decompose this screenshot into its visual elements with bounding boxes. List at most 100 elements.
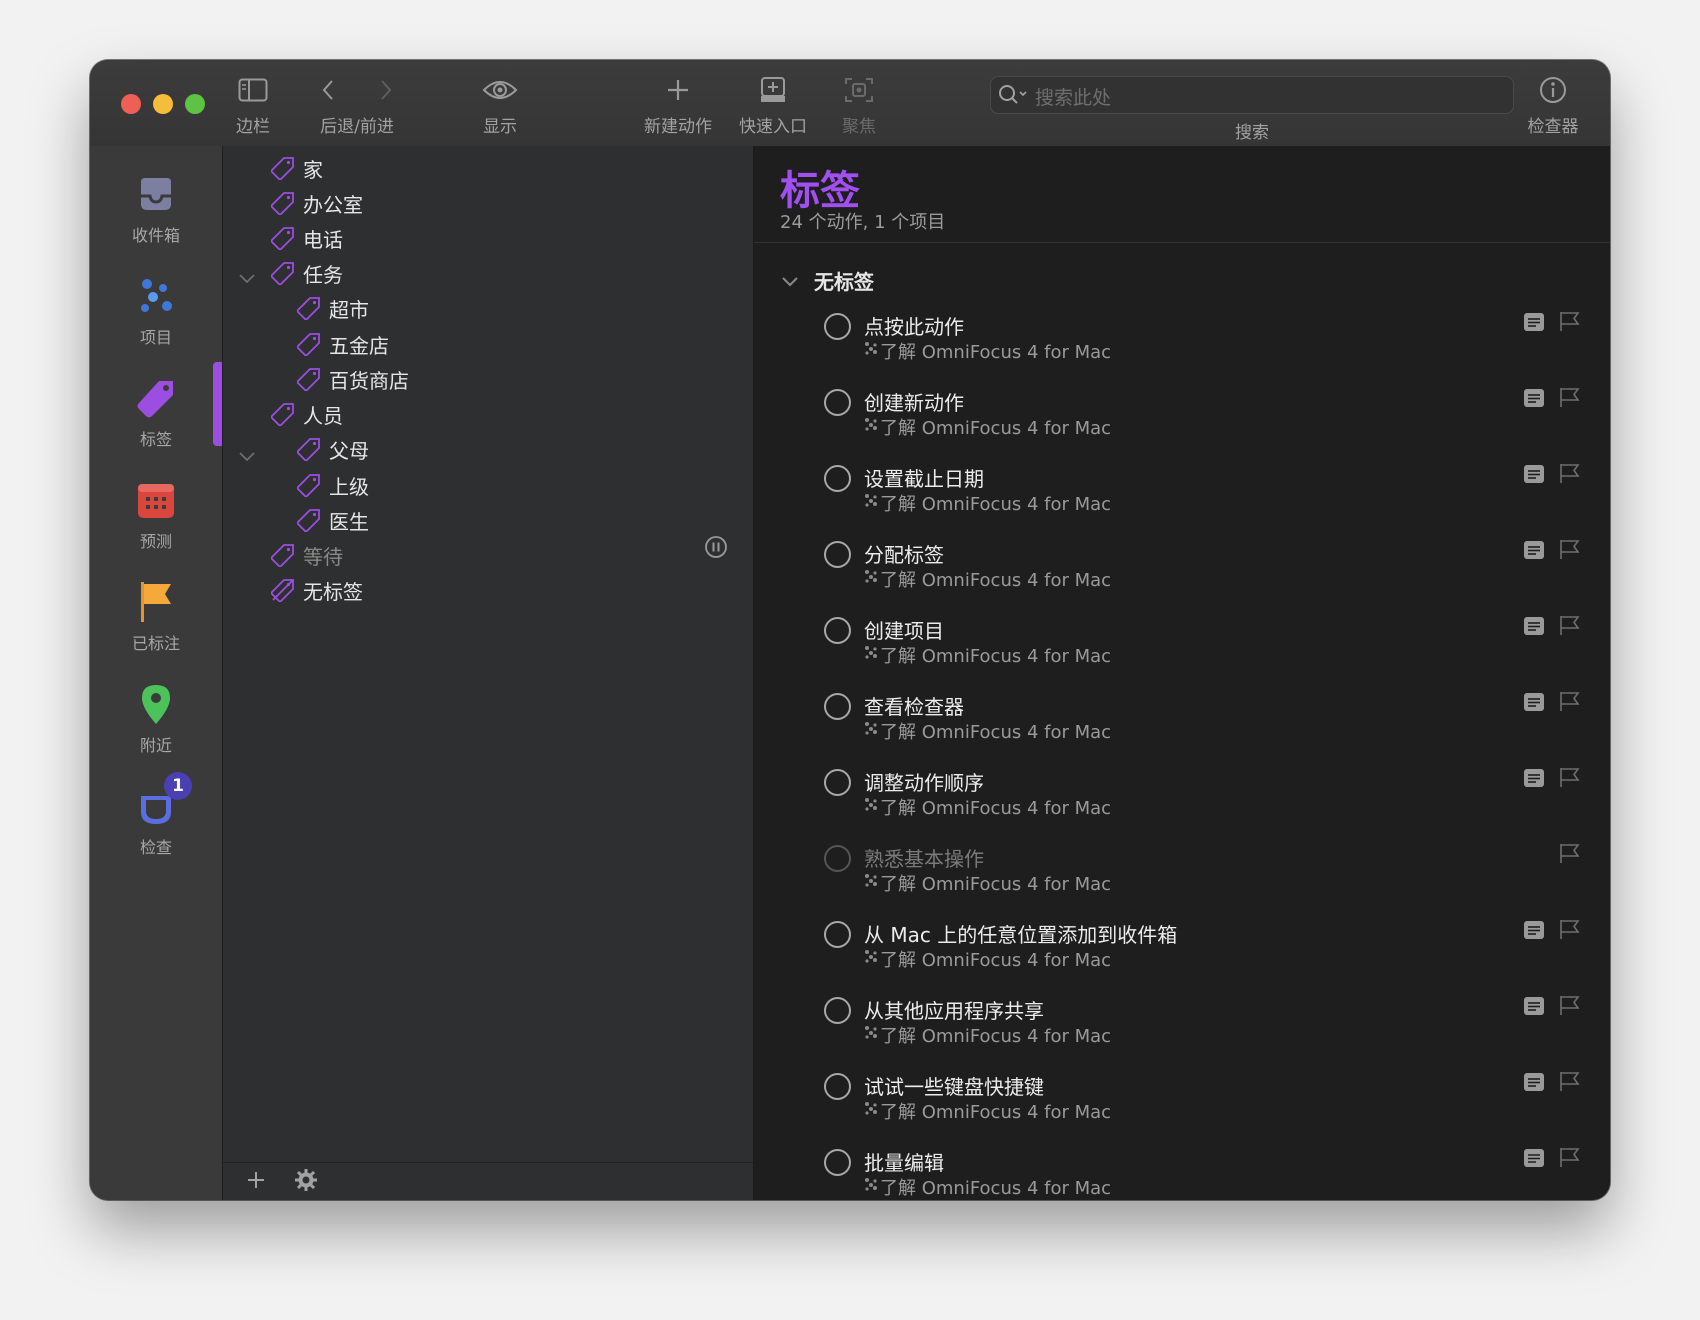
action-row[interactable]: 分配标签 了解 OmniFocus 4 for Mac	[754, 536, 1610, 612]
action-row[interactable]: 熟悉基本操作 了解 OmniFocus 4 for Mac	[754, 840, 1610, 916]
flag-outline-icon[interactable]	[1558, 766, 1580, 788]
sidebar-item-projects[interactable]: 项目	[90, 268, 222, 348]
group-header[interactable]: 无标签	[780, 266, 874, 295]
action-row[interactable]: 试试一些键盘快捷键 了解 OmniFocus 4 for Mac	[754, 1068, 1610, 1144]
completion-checkbox[interactable]	[824, 997, 851, 1024]
note-icon[interactable]	[1523, 768, 1545, 788]
tag-row[interactable]: 父母	[297, 432, 369, 466]
chevron-left-icon[interactable]	[321, 79, 335, 101]
new-action-button[interactable]: 新建动作	[638, 72, 718, 137]
action-row[interactable]: 调整动作顺序 了解 OmniFocus 4 for Mac	[754, 764, 1610, 840]
tag-row[interactable]: 任务	[271, 256, 343, 290]
flag-outline-icon[interactable]	[1558, 842, 1580, 864]
tag-row[interactable]: 人员	[271, 397, 343, 431]
focus-button[interactable]: 聚焦	[829, 72, 889, 137]
chevron-right-icon[interactable]	[379, 79, 393, 101]
action-title[interactable]: 设置截止日期	[864, 463, 984, 492]
sidebar-toggle-button[interactable]: 边栏	[228, 72, 278, 137]
action-title[interactable]: 试试一些键盘快捷键	[864, 1071, 1044, 1100]
flag-outline-icon[interactable]	[1558, 994, 1580, 1016]
action-title[interactable]: 创建项目	[864, 615, 944, 644]
completion-checkbox[interactable]	[824, 617, 851, 644]
flag-outline-icon[interactable]	[1558, 918, 1580, 940]
action-title[interactable]: 调整动作顺序	[864, 767, 984, 796]
action-title[interactable]: 分配标签	[864, 539, 944, 568]
tag-row[interactable]: 超市	[297, 291, 369, 325]
note-icon[interactable]	[1523, 312, 1545, 332]
search-field[interactable]: 搜索此处	[990, 76, 1514, 114]
action-title[interactable]: 查看检查器	[864, 691, 964, 720]
action-row[interactable]: 查看检查器 了解 OmniFocus 4 for Mac	[754, 688, 1610, 764]
action-title[interactable]: 熟悉基本操作	[864, 843, 984, 872]
view-options-button[interactable]: 显示	[475, 72, 525, 137]
tag-row[interactable]: 五金店	[297, 327, 389, 361]
tag-row[interactable]: 上级	[297, 468, 369, 502]
completion-checkbox[interactable]	[824, 921, 851, 948]
action-row[interactable]: 设置截止日期 了解 OmniFocus 4 for Mac	[754, 460, 1610, 536]
tag-row[interactable]: 电话	[271, 221, 343, 255]
chevron-down-icon[interactable]	[780, 271, 800, 291]
action-row[interactable]: 点按此动作 了解 OmniFocus 4 for Mac	[754, 308, 1610, 384]
completion-checkbox[interactable]	[824, 313, 851, 340]
zoom-window-button[interactable]	[185, 94, 205, 114]
completion-checkbox[interactable]	[824, 845, 851, 872]
completion-checkbox[interactable]	[824, 769, 851, 796]
sidebar-item-review[interactable]: 1 检查	[90, 772, 222, 858]
action-row[interactable]: 批量编辑 了解 OmniFocus 4 for Mac	[754, 1144, 1610, 1200]
add-tag-button[interactable]	[243, 1167, 269, 1193]
flag-outline-icon[interactable]	[1558, 386, 1580, 408]
tag-outline-icon	[271, 227, 294, 250]
note-icon[interactable]	[1523, 1148, 1545, 1168]
flag-outline-icon[interactable]	[1558, 690, 1580, 712]
action-title[interactable]: 创建新动作	[864, 387, 964, 416]
chevron-down-icon[interactable]	[237, 446, 257, 466]
tag-row[interactable]: 百货商店	[297, 362, 409, 396]
completion-checkbox[interactable]	[824, 541, 851, 568]
sidebar-item-inbox[interactable]: 收件箱	[90, 166, 222, 246]
action-title[interactable]: 批量编辑	[864, 1147, 944, 1176]
tag-row[interactable]: 无标签	[271, 573, 363, 607]
completion-checkbox[interactable]	[824, 389, 851, 416]
sidebar-item-forecast[interactable]: 预测	[90, 472, 222, 552]
action-row[interactable]: 从其他应用程序共享 了解 OmniFocus 4 for Mac	[754, 992, 1610, 1068]
flag-outline-icon[interactable]	[1558, 1146, 1580, 1168]
sidebar-item-tags[interactable]: 标签	[90, 370, 222, 450]
note-icon[interactable]	[1523, 464, 1545, 484]
minimize-window-button[interactable]	[153, 94, 173, 114]
tag-row[interactable]: 家	[271, 151, 323, 185]
action-title[interactable]: 从其他应用程序共享	[864, 995, 1044, 1024]
flag-outline-icon[interactable]	[1558, 538, 1580, 560]
quick-entry-button[interactable]: 快速入口	[733, 72, 813, 137]
tag-row[interactable]: 医生	[297, 503, 369, 537]
tag-row[interactable]: 等待	[271, 538, 343, 572]
flag-outline-icon[interactable]	[1558, 462, 1580, 484]
action-title[interactable]: 点按此动作	[864, 311, 964, 340]
chevron-down-icon[interactable]	[237, 268, 257, 288]
note-icon[interactable]	[1523, 692, 1545, 712]
completion-checkbox[interactable]	[824, 1149, 851, 1176]
flag-outline-icon[interactable]	[1558, 1070, 1580, 1092]
tag-row[interactable]: 办公室	[271, 186, 363, 220]
close-window-button[interactable]	[121, 94, 141, 114]
action-row[interactable]: 创建新动作 了解 OmniFocus 4 for Mac	[754, 384, 1610, 460]
gear-icon[interactable]	[293, 1167, 319, 1193]
action-row[interactable]: 从 Mac 上的任意位置添加到收件箱 了解 OmniFocus 4 for Mac	[754, 916, 1610, 992]
note-icon[interactable]	[1523, 920, 1545, 940]
sidebar-item-label: 收件箱	[131, 226, 180, 245]
flag-outline-icon[interactable]	[1558, 310, 1580, 332]
note-icon[interactable]	[1523, 388, 1545, 408]
completion-checkbox[interactable]	[824, 693, 851, 720]
completion-checkbox[interactable]	[824, 465, 851, 492]
completion-checkbox[interactable]	[824, 1073, 851, 1100]
note-icon[interactable]	[1523, 996, 1545, 1016]
flag-outline-icon[interactable]	[1558, 614, 1580, 636]
inspector-button[interactable]: 检查器	[1518, 72, 1588, 137]
action-row[interactable]: 创建项目 了解 OmniFocus 4 for Mac	[754, 612, 1610, 688]
note-icon[interactable]	[1523, 616, 1545, 636]
note-icon[interactable]	[1523, 540, 1545, 560]
note-icon[interactable]	[1523, 1072, 1545, 1092]
sidebar-item-nearby[interactable]: 附近	[90, 676, 222, 756]
sidebar-item-flagged[interactable]: 已标注	[90, 574, 222, 654]
back-forward-control[interactable]: 后退/前进	[312, 72, 402, 137]
action-title[interactable]: 从 Mac 上的任意位置添加到收件箱	[864, 919, 1177, 948]
